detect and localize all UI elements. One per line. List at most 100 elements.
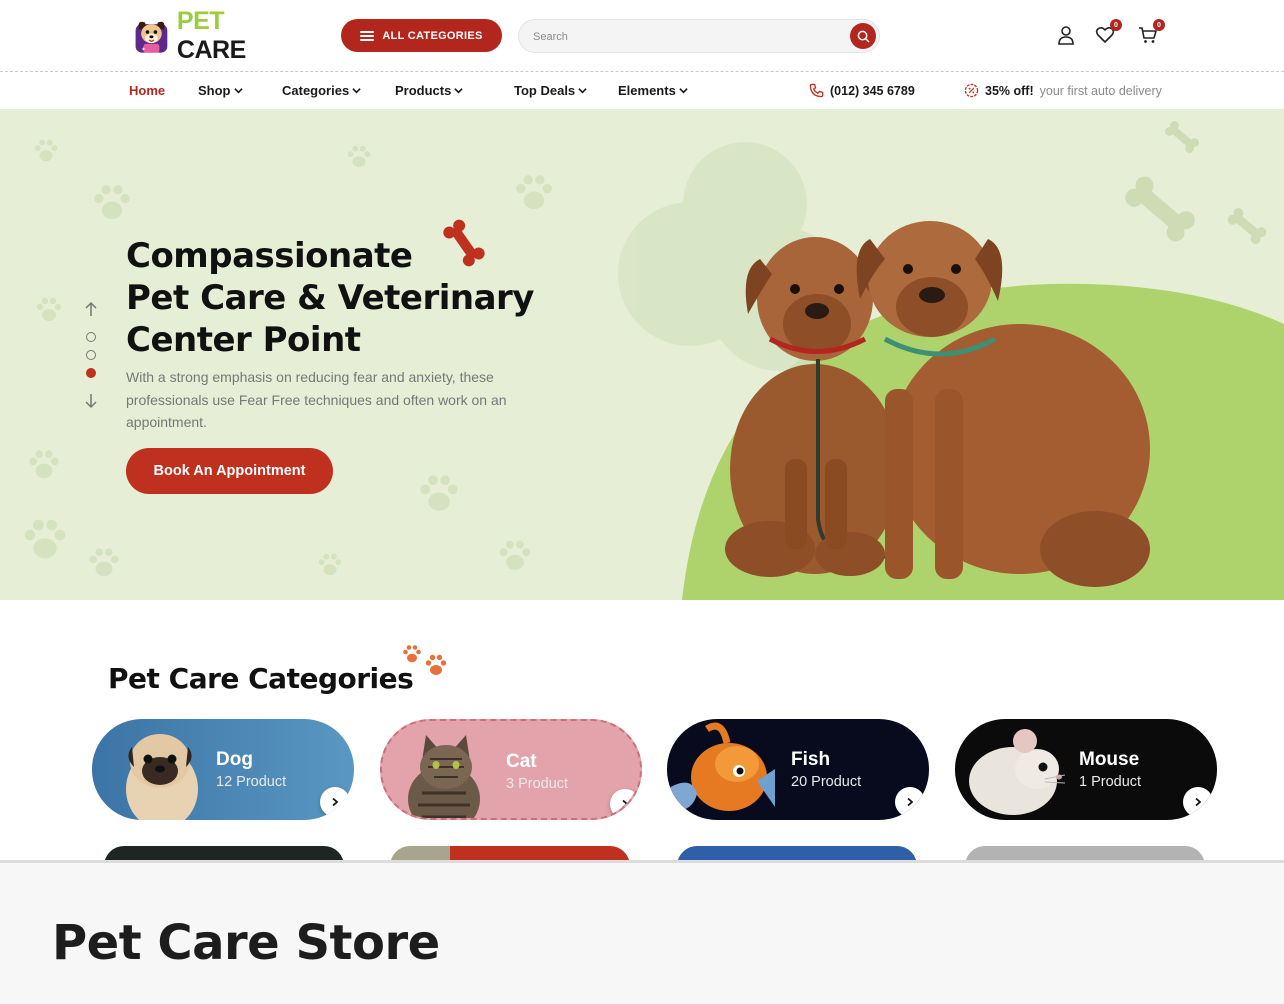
search-bar [518, 19, 880, 53]
main-nav: Home Shop Categories Products Top Deals … [0, 73, 1284, 109]
search-button[interactable] [850, 23, 876, 49]
category-count: 12 Product [216, 774, 287, 790]
category-count: 1 Product [1079, 774, 1142, 790]
nav-label: Products [395, 83, 452, 98]
paw-icon [403, 645, 447, 675]
paw-icon [499, 540, 531, 570]
chevron-right-icon [332, 797, 339, 807]
paw-icon [34, 139, 58, 162]
paw-icon [89, 548, 119, 577]
chevron-right-icon [622, 799, 629, 809]
dog-image [126, 734, 198, 820]
nav-item-products[interactable]: Products [395, 83, 464, 98]
categories-title: Pet Care Categories [108, 662, 414, 695]
fish-image [667, 722, 775, 812]
bone-icon [1227, 207, 1267, 245]
site-header: ✦ PET CARE ALL CATEGORIES 0 [0, 0, 1284, 72]
book-appointment-button[interactable]: Book An Appointment [126, 448, 333, 494]
category-link-button[interactable] [320, 787, 350, 817]
chevron-down-icon [233, 88, 243, 94]
hamburger-icon [360, 30, 375, 41]
chevron-down-icon [454, 88, 464, 94]
site-logo[interactable]: ✦ PET CARE [134, 7, 274, 64]
category-name: Dog [216, 749, 253, 770]
paw-icon [29, 450, 59, 479]
category-link-button[interactable] [610, 789, 640, 818]
paw-icon [318, 553, 342, 576]
chevron-down-icon [352, 88, 361, 94]
hero-slider-controls [82, 301, 100, 411]
category-card-mouse[interactable]: Mouse 1 Product [955, 719, 1217, 820]
all-categories-button[interactable]: ALL CATEGORIES [341, 19, 502, 52]
bone-icon [1164, 121, 1200, 153]
category-link-button[interactable] [1183, 787, 1213, 817]
chevron-down-icon [578, 88, 587, 94]
slide-dot-1[interactable] [86, 332, 96, 342]
paw-icon [347, 145, 371, 168]
category-count: 20 Product [791, 774, 862, 790]
hero-title-line-3: Center Point [126, 320, 361, 360]
hero-banner: Compassionate Pet Care & Veterinary Cent… [0, 109, 1284, 600]
nav-item-shop[interactable]: Shop [198, 83, 243, 98]
phone-number: (012) 345 6789 [830, 83, 915, 98]
hero-dogs-image [725, 221, 1150, 587]
logo-text-care: CARE [176, 36, 246, 64]
category-card-dog[interactable]: Dog 12 Product [92, 719, 354, 820]
hero-title-line-1: Compassionate [126, 236, 413, 276]
category-name: Fish [791, 749, 831, 770]
arrow-up-icon[interactable] [84, 301, 98, 317]
cart-count-badge: 0 [1153, 19, 1165, 31]
category-count: 3 Product [506, 776, 569, 792]
chevron-right-icon [1195, 797, 1202, 807]
phone-icon [809, 83, 824, 98]
promo-text: your first auto delivery [1039, 83, 1162, 98]
paw-icon [36, 297, 62, 321]
cart-button[interactable]: 0 [1137, 19, 1165, 46]
paw-icon [420, 475, 458, 511]
mouse-image [969, 729, 1065, 815]
nav-label: Elements [618, 83, 676, 98]
category-name: Cat [506, 751, 537, 772]
logo-text-pet: PET [176, 7, 225, 35]
arrow-down-icon[interactable] [84, 393, 98, 409]
hero-title-line-2: Pet Care & Veterinary [126, 278, 534, 318]
logo-wordmark: PET CARE [177, 7, 274, 65]
chevron-down-icon [679, 88, 688, 94]
nav-label: Home [129, 83, 166, 98]
all-categories-label: ALL CATEGORIES [382, 29, 483, 42]
promo-banner: 35% off! your first auto delivery [964, 83, 1162, 98]
caption-bar: Pet Care Store [0, 860, 1284, 1004]
category-name: Mouse [1079, 749, 1140, 770]
user-icon [1058, 26, 1074, 45]
slide-dot-2[interactable] [86, 350, 96, 360]
search-icon [857, 30, 869, 42]
paw-icon [516, 175, 552, 210]
cat-image [408, 735, 480, 818]
svg-text:✦: ✦ [141, 46, 146, 53]
category-card-fish[interactable]: Fish 20 Product [667, 719, 929, 820]
hero-description: With a strong emphasis on reducing fear … [126, 369, 507, 430]
wishlist-button[interactable]: 0 [1094, 19, 1122, 46]
category-link-button[interactable] [895, 787, 925, 817]
nav-label: Shop [198, 83, 231, 98]
wishlist-count-badge: 0 [1110, 19, 1122, 31]
caption-title: Pet Care Store [52, 915, 440, 971]
account-button[interactable] [1055, 24, 1077, 46]
nav-item-categories[interactable]: Categories [282, 83, 361, 98]
logo-dog-icon: ✦ [135, 21, 168, 53]
nav-item-home[interactable]: Home [129, 83, 165, 98]
promo-highlight: 35% off! [985, 83, 1034, 98]
chevron-right-icon [907, 797, 914, 807]
phone-link[interactable]: (012) 345 6789 [809, 83, 915, 98]
search-input[interactable] [533, 28, 833, 46]
nav-label: Top Deals [514, 83, 576, 98]
paw-icon [94, 185, 130, 220]
category-card-cat[interactable]: Cat 3 Product [380, 719, 642, 820]
discount-icon [964, 83, 979, 98]
hero-title: Compassionate Pet Care & Veterinary Cent… [126, 235, 534, 361]
nav-item-elements[interactable]: Elements [618, 83, 688, 98]
nav-item-top-deals[interactable]: Top Deals [514, 83, 587, 98]
nav-label: Categories [282, 83, 350, 98]
slide-dot-3[interactable] [86, 368, 96, 378]
paw-icon [24, 519, 66, 559]
